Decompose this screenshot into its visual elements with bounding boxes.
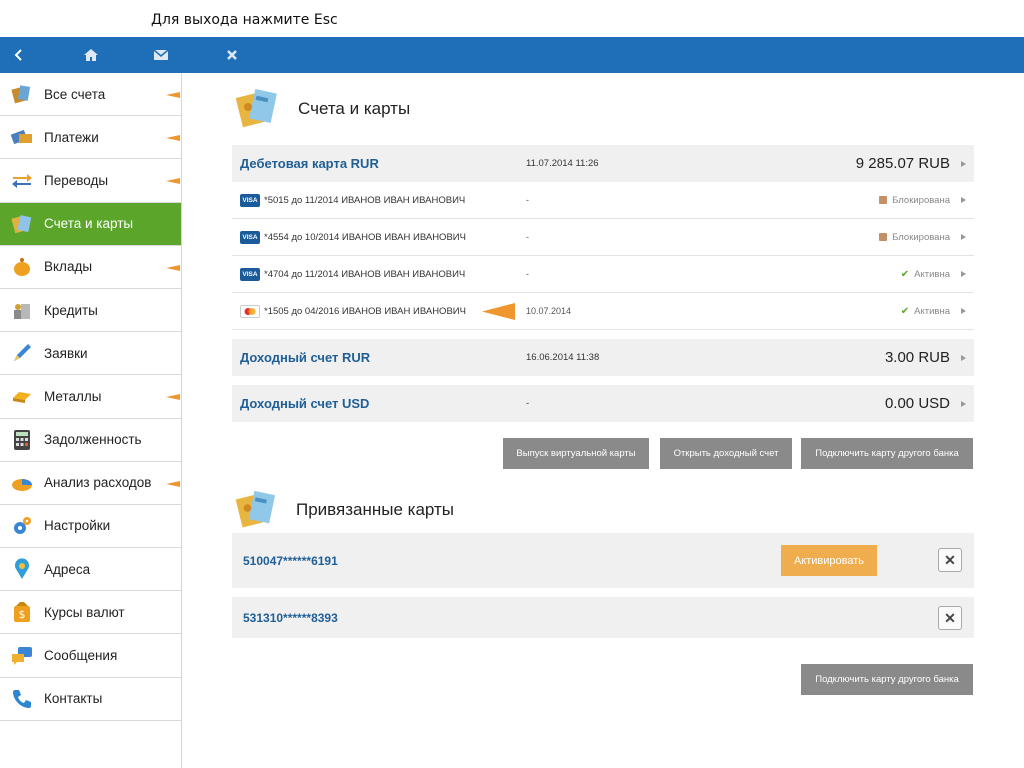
pointer-arrow-icon — [166, 178, 180, 185]
currency-icon: $ — [8, 598, 36, 626]
pointer-arrow-icon — [166, 480, 180, 487]
connect-other-bank-card-button[interactable]: Подключить карту другого банка — [801, 438, 973, 469]
main-content: Счета и карты Дебетовая карта RUR 11.07.… — [232, 73, 974, 422]
visa-icon: VISA — [240, 267, 260, 281]
sidebar-item-expense-analysis[interactable]: Анализ расходов — [0, 462, 181, 505]
card-row[interactable]: VISA *4554 до 10/2014 ИВАНОВ ИВАН ИВАНОВ… — [232, 219, 974, 256]
connect-other-bank-card-button-bottom[interactable]: Подключить карту другого банка — [801, 664, 973, 695]
accounts-cards-icon — [235, 89, 277, 128]
linked-section: Привязанные карты 510047******6191 Актив… — [232, 487, 974, 638]
lock-icon — [879, 233, 888, 241]
visa-icon: VISA — [240, 193, 260, 207]
status-badge: ✔ Активна — [900, 268, 950, 280]
mastercard-icon — [240, 304, 260, 318]
section-title: Привязанные карты — [296, 500, 454, 519]
debt-icon — [8, 426, 36, 454]
settings-icon — [8, 512, 36, 540]
chevron-right-icon — [961, 271, 966, 277]
messages-icon — [8, 642, 36, 670]
chevron-right-icon — [961, 354, 966, 361]
sidebar-item-payments[interactable]: Платежи — [0, 116, 181, 160]
linked-cards-icon — [235, 490, 276, 528]
expenses-icon — [8, 469, 36, 497]
lock-icon — [879, 196, 888, 204]
card-row[interactable]: *1505 до 04/2016 ИВАНОВ ИВАН ИВАНОВИЧ 10… — [232, 293, 974, 330]
sidebar-item-metals[interactable]: Металлы — [0, 375, 181, 419]
exit-hint: Для выхода нажмите Esc — [151, 12, 338, 28]
location-icon — [8, 555, 36, 583]
card-row[interactable]: VISA *5015 до 11/2014 ИВАНОВ ИВАН ИВАНОВ… — [232, 182, 974, 219]
sidebar-item-deposits[interactable]: Вклады — [0, 246, 181, 289]
cards-icon — [8, 210, 36, 238]
chevron-right-icon — [961, 234, 966, 240]
sidebar-item-addresses[interactable]: Адреса — [0, 548, 181, 592]
sidebar-item-debt[interactable]: Задолженность — [0, 419, 181, 462]
accounts-icon — [8, 80, 36, 108]
card-row[interactable]: VISA *4704 до 11/2014 ИВАНОВ ИВАН ИВАНОВ… — [232, 256, 974, 293]
mail-icon[interactable] — [143, 37, 179, 73]
chevron-right-icon — [961, 400, 966, 407]
metals-icon — [8, 382, 36, 410]
top-toolbar — [0, 37, 1024, 95]
payments-icon — [8, 123, 36, 151]
sidebar-item-transfers[interactable]: Переводы — [0, 159, 181, 203]
back-icon[interactable] — [1, 37, 37, 73]
remove-card-button[interactable]: ✕ — [938, 548, 962, 572]
sidebar-item-contacts[interactable]: Контакты — [0, 678, 181, 721]
requests-icon — [8, 339, 36, 367]
transfers-icon — [8, 166, 36, 194]
status-badge: Блокирована — [879, 232, 950, 243]
sidebar-item-requests[interactable]: Заявки — [0, 332, 181, 376]
open-income-account-button[interactable]: Открыть доходный счет — [660, 438, 792, 469]
check-icon: ✔ — [900, 268, 910, 280]
sidebar-item-messages[interactable]: Сообщения — [0, 634, 181, 678]
deposits-icon — [8, 253, 36, 281]
visa-icon: VISA — [240, 230, 260, 244]
credits-icon — [8, 296, 36, 324]
linked-section-header: Привязанные карты — [232, 487, 974, 533]
pointer-arrow-icon — [166, 264, 180, 271]
sidebar-item-all-accounts[interactable]: Все счета — [0, 73, 181, 117]
activate-button[interactable]: Активировать — [781, 545, 877, 576]
income-rur-account-row[interactable]: Доходный счет RUR 16.06.2014 11:38 3.00 … — [232, 339, 974, 376]
svg-text:$: $ — [19, 608, 26, 621]
accounts-section-header: Счета и карты — [232, 73, 974, 145]
sidebar: Все счета Платежи Переводы Счета и карты… — [0, 73, 182, 768]
sidebar-item-credits[interactable]: Кредиты — [0, 289, 181, 333]
sidebar-item-exchange-rates[interactable]: $ Курсы валют — [0, 591, 181, 635]
linked-card-row: 510047******6191 Активировать ✕ — [232, 533, 974, 588]
status-badge: ✔ Активна — [900, 305, 950, 317]
linked-card-row: 531310******8393 ✕ — [232, 597, 974, 638]
pointer-arrow-icon — [166, 135, 180, 142]
sidebar-item-settings[interactable]: Настройки — [0, 505, 181, 549]
remove-card-button[interactable]: ✕ — [938, 606, 962, 630]
section-title: Счета и карты — [298, 99, 411, 118]
debit-account-row[interactable]: Дебетовая карта RUR 11.07.2014 11:26 9 2… — [232, 145, 974, 182]
pointer-arrow-icon — [166, 394, 180, 401]
chevron-right-icon — [961, 197, 966, 203]
check-icon: ✔ — [900, 305, 910, 317]
pointer-arrow-icon — [482, 303, 515, 320]
close-icon[interactable] — [214, 37, 250, 73]
sidebar-item-accounts-and-cards[interactable]: Счета и карты — [0, 202, 181, 246]
phone-icon — [8, 685, 36, 713]
chevron-right-icon — [961, 160, 966, 167]
issue-virtual-card-button[interactable]: Выпуск виртуальной карты — [503, 438, 649, 469]
status-badge: Блокирована — [879, 195, 950, 206]
income-usd-account-row[interactable]: Доходный счет USD - 0.00 USD — [232, 385, 974, 422]
home-icon[interactable] — [73, 37, 109, 73]
pointer-arrow-icon — [166, 92, 180, 98]
chevron-right-icon — [961, 308, 966, 314]
